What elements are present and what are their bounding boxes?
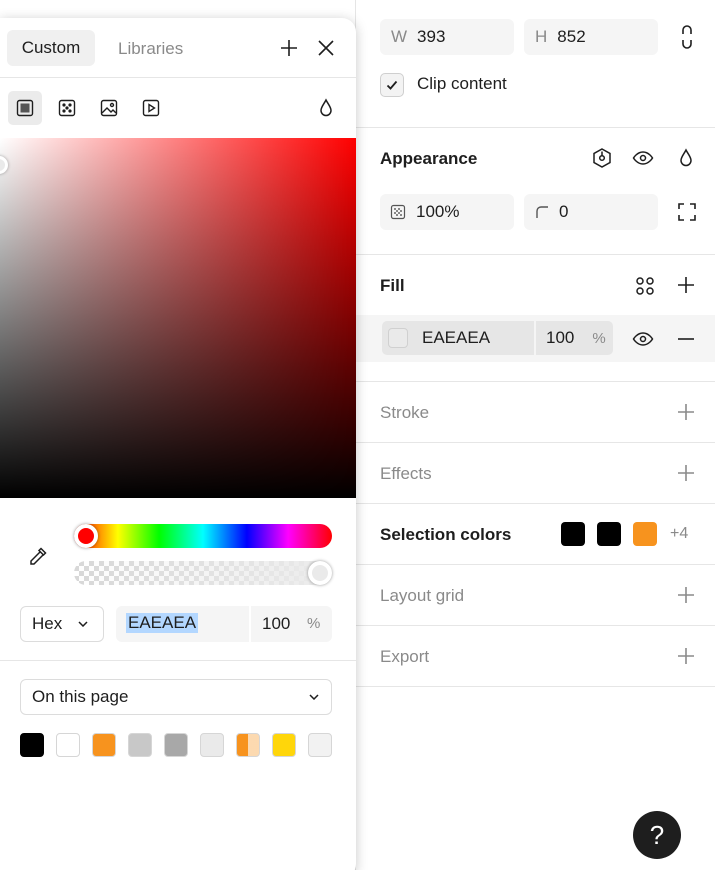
hex-opacity-value[interactable]: 100: [262, 614, 290, 634]
field-separator: [249, 606, 251, 642]
document-color-swatch[interactable]: [20, 733, 44, 757]
chevron-down-icon: [309, 694, 319, 700]
add-stroke-icon[interactable]: [674, 400, 698, 424]
divider: [356, 381, 715, 382]
document-color-swatch[interactable]: [92, 733, 116, 757]
selection-color-swatch[interactable]: [597, 522, 621, 546]
export-title: Export: [380, 647, 430, 666]
document-color-swatch[interactable]: [200, 733, 224, 757]
fill-row: EAEAEA 100 %: [356, 315, 715, 362]
gradient-paint-icon[interactable]: [50, 91, 84, 125]
layer-opacity-field[interactable]: 100%: [380, 194, 514, 230]
color-scope-value: On this page: [32, 687, 129, 706]
document-color-swatch[interactable]: [236, 733, 260, 757]
fill-visibility-eye-icon[interactable]: [630, 328, 656, 350]
properties-panel: W 393 H 852 Clip content Appearance 100%…: [355, 0, 715, 870]
close-icon[interactable]: [314, 36, 338, 60]
divider: [0, 77, 356, 78]
fill-hex-value[interactable]: EAEAEA: [422, 328, 490, 348]
fill-color-field[interactable]: EAEAEA: [382, 321, 534, 355]
opacity-slider[interactable]: [74, 561, 332, 585]
constrain-proportions-icon[interactable]: [674, 24, 700, 50]
document-color-swatch[interactable]: [308, 733, 332, 757]
tab-libraries[interactable]: Libraries: [118, 39, 183, 59]
layout-grid-title: Layout grid: [380, 586, 465, 605]
opacity-icon: [390, 204, 406, 220]
height-prefix: H: [535, 27, 548, 46]
effects-title: Effects: [380, 464, 432, 483]
hex-input[interactable]: EAEAEA 100 %: [116, 606, 332, 642]
appearance-title: Appearance: [380, 149, 478, 168]
add-effect-icon[interactable]: [674, 461, 698, 485]
help-button[interactable]: ?: [633, 811, 681, 859]
divider: [356, 442, 715, 443]
variable-mode-icon[interactable]: [589, 146, 615, 170]
width-field[interactable]: W 393: [380, 19, 514, 55]
document-color-swatch[interactable]: [56, 733, 80, 757]
divider: [356, 686, 715, 687]
add-export-icon[interactable]: [674, 644, 698, 668]
video-paint-icon[interactable]: [134, 91, 168, 125]
divider: [356, 564, 715, 565]
stroke-title: Stroke: [380, 403, 430, 422]
color-picker-popover: Custom Libraries Hex EAEAEA 100 % On thi…: [0, 18, 356, 870]
corner-radius-value[interactable]: 0: [559, 202, 568, 222]
selection-color-swatch[interactable]: [633, 522, 657, 546]
independent-corners-icon[interactable]: [674, 200, 700, 224]
color-scope-select[interactable]: On this page: [20, 679, 332, 715]
clip-content-label: Clip content: [417, 74, 507, 93]
fill-percent-label: %: [592, 329, 606, 347]
selection-color-swatch[interactable]: [561, 522, 585, 546]
height-value[interactable]: 852: [557, 27, 585, 47]
corner-radius-field[interactable]: 0: [524, 194, 658, 230]
check-icon: [386, 80, 398, 90]
divider: [356, 254, 715, 255]
eye-icon[interactable]: [630, 146, 656, 170]
hex-percent-label: %: [307, 615, 321, 632]
more-selection-colors[interactable]: +4: [670, 525, 688, 543]
fill-title: Fill: [380, 276, 405, 295]
divider: [356, 625, 715, 626]
layer-opacity-value[interactable]: 100%: [416, 202, 459, 222]
fill-opacity-field[interactable]: 100 %: [536, 321, 613, 355]
corner-radius-icon: [535, 205, 549, 219]
divider: [356, 503, 715, 504]
blend-mode-icon[interactable]: [674, 145, 698, 171]
clip-content-checkbox[interactable]: [380, 73, 404, 97]
saturation-brightness-area[interactable]: [0, 138, 356, 498]
document-color-swatch[interactable]: [164, 733, 188, 757]
add-style-icon[interactable]: [277, 36, 301, 60]
document-color-swatch[interactable]: [272, 733, 296, 757]
solid-paint-icon[interactable]: [8, 91, 42, 125]
opacity-slider-handle[interactable]: [308, 561, 332, 585]
color-mode-select[interactable]: Hex: [20, 606, 104, 642]
blend-mode-icon[interactable]: [314, 95, 338, 121]
eyedropper-icon[interactable]: [25, 543, 51, 569]
add-fill-icon[interactable]: [674, 273, 698, 297]
hue-slider-handle[interactable]: [74, 524, 98, 548]
width-prefix: W: [391, 27, 408, 46]
design-editor: W 393 H 852 Clip content Appearance 100%…: [0, 0, 715, 870]
fill-swatch[interactable]: [388, 328, 408, 348]
divider: [0, 660, 356, 661]
height-field[interactable]: H 852: [524, 19, 658, 55]
styles-grid-icon[interactable]: [633, 274, 657, 298]
color-mode-value: Hex: [32, 614, 63, 633]
fill-opacity-value[interactable]: 100: [546, 328, 574, 348]
chevron-down-icon: [78, 621, 88, 627]
hue-slider[interactable]: [74, 524, 332, 548]
image-paint-icon[interactable]: [92, 91, 126, 125]
add-layout-grid-icon[interactable]: [674, 583, 698, 607]
width-value[interactable]: 393: [417, 27, 445, 47]
divider: [356, 127, 715, 128]
remove-fill-icon[interactable]: [674, 328, 698, 350]
hex-value[interactable]: EAEAEA: [126, 613, 199, 633]
tab-custom[interactable]: Custom: [7, 30, 95, 66]
selection-colors-title: Selection colors: [380, 525, 512, 544]
document-color-swatch[interactable]: [128, 733, 152, 757]
